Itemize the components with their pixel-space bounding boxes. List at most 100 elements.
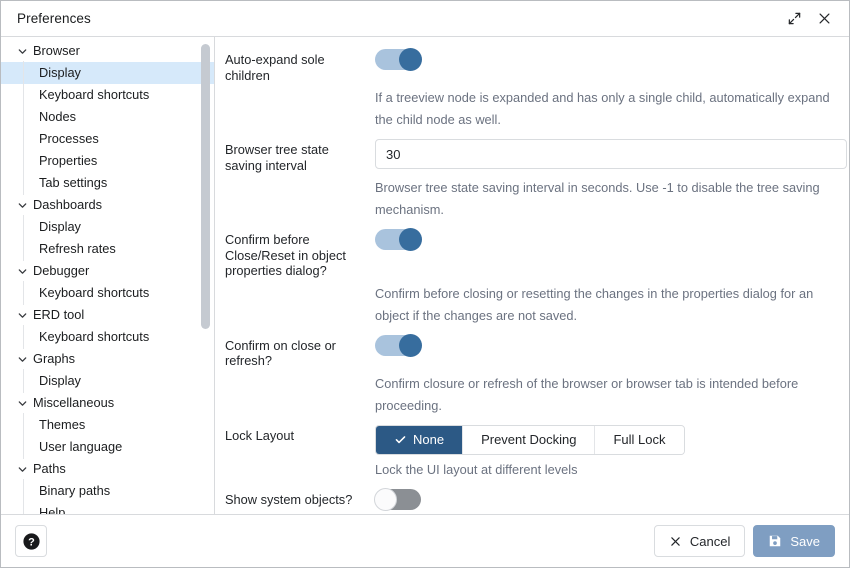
toggle-switch[interactable] — [375, 335, 421, 356]
setting-label: Auto-expand sole children — [225, 49, 375, 83]
lock-layout-option-label: None — [413, 432, 444, 447]
setting-help-text: Confirm before closing or resetting the … — [375, 283, 841, 327]
setting-label: Confirm before Close/Reset in object pro… — [225, 229, 375, 279]
sidebar-item-processes[interactable]: Processes — [1, 128, 214, 150]
sidebar-item-label: Paths — [33, 463, 66, 476]
setting-browser-tree-state-saving-interval: Browser tree state saving interval Browse… — [225, 139, 841, 221]
sidebar-item-label: Keyboard shortcuts — [39, 89, 149, 102]
sidebar-item-label: Dashboards — [33, 199, 102, 212]
setting-confirm-on-close-or-refresh: Confirm on close or refresh? Confirm clos… — [225, 335, 841, 417]
chevron-down-icon — [15, 352, 29, 366]
sidebar-item-keyboard-shortcuts[interactable]: Keyboard shortcuts — [1, 282, 214, 304]
setting-help-text: Browser tree state saving interval in se… — [375, 177, 841, 221]
lock-layout-option-none[interactable]: None — [376, 426, 463, 454]
sidebar-item-label: Tab settings — [39, 177, 107, 190]
toggle-knob — [399, 228, 422, 251]
setting-lock-layout: Lock LayoutNonePrevent DockingFull LockL… — [225, 425, 841, 481]
sidebar-item-binary-paths[interactable]: Binary paths — [1, 480, 214, 502]
dialog-title: Preferences — [17, 11, 779, 26]
setting-row: Confirm on close or refresh? — [225, 335, 841, 369]
sidebar-item-label: Themes — [39, 419, 85, 432]
toggle-knob — [399, 334, 422, 357]
preferences-content: Auto-expand sole childrenIf a treeview n… — [215, 37, 849, 514]
toggle-switch[interactable] — [375, 229, 421, 250]
setting-label: Lock Layout — [225, 425, 375, 455]
dialog-footer: ? Cancel Save — [1, 515, 849, 567]
setting-help-text: Confirm closure or refresh of the browse… — [375, 373, 841, 417]
sidebar-item-debugger[interactable]: Debugger — [1, 260, 214, 282]
chevron-down-icon — [15, 198, 29, 212]
sidebar-item-label: Display — [39, 67, 81, 80]
preferences-tree: Browser Display Keyboard shortcuts Nodes Pro… — [1, 37, 214, 514]
sidebar-item-themes[interactable]: Themes — [1, 414, 214, 436]
dialog-body: Browser Display Keyboard shortcuts Nodes Pro… — [1, 37, 849, 515]
sidebar-item-label: Display — [39, 221, 81, 234]
setting-label: Show system objects? — [225, 489, 375, 510]
setting-show-system-objects: Show system objects? — [225, 489, 841, 515]
sidebar-item-refresh-rates[interactable]: Refresh rates — [1, 238, 214, 260]
setting-confirm-before-close-reset: Confirm before Close/Reset in object pro… — [225, 229, 841, 327]
question-mark-icon: ? — [22, 532, 41, 551]
setting-help-text: If a treeview node is expanded and has o… — [375, 87, 841, 131]
sidebar-item-label: Browser — [33, 45, 80, 58]
sidebar-item-label: Keyboard shortcuts — [39, 331, 149, 344]
preferences-dialog: Preferences Browser Display Keyboard short… — [0, 0, 850, 568]
expand-diagonal-icon[interactable] — [779, 5, 809, 33]
floppy-disk-icon — [768, 534, 782, 548]
sidebar-item-tab-settings[interactable]: Tab settings — [1, 172, 214, 194]
save-button-label: Save — [790, 534, 820, 549]
setting-control — [375, 335, 841, 369]
toggle-switch[interactable] — [375, 489, 421, 510]
dialog-titlebar: Preferences — [1, 1, 849, 37]
cancel-button[interactable]: Cancel — [654, 525, 745, 557]
close-x-icon — [669, 535, 682, 548]
lock-layout-option-prevent-docking[interactable]: Prevent Docking — [463, 426, 595, 454]
sidebar-item-properties[interactable]: Properties — [1, 150, 214, 172]
sidebar-item-help[interactable]: Help — [1, 502, 214, 514]
sidebar-item-label: User language — [39, 441, 122, 454]
sidebar-item-label: Nodes — [39, 111, 76, 124]
lock-layout-option-label: Full Lock — [613, 432, 665, 447]
sidebar-item-display[interactable]: Display — [1, 370, 214, 392]
sidebar-item-nodes[interactable]: Nodes — [1, 106, 214, 128]
save-button[interactable]: Save — [753, 525, 835, 557]
sidebar-item-label: Display — [39, 375, 81, 388]
toggle-knob — [399, 48, 422, 71]
toggle-switch[interactable] — [375, 49, 421, 70]
sidebar-item-label: Refresh rates — [39, 243, 116, 256]
sidebar-item-keyboard-shortcuts[interactable]: Keyboard shortcuts — [1, 326, 214, 348]
setting-control — [375, 229, 841, 279]
sidebar-item-label: Debugger — [33, 265, 89, 278]
sidebar-item-display[interactable]: Display — [1, 62, 214, 84]
sidebar-item-label: Help — [39, 507, 65, 514]
sidebar-item-paths[interactable]: Paths — [1, 458, 214, 480]
chevron-down-icon — [15, 44, 29, 58]
sidebar-item-miscellaneous[interactable]: Miscellaneous — [1, 392, 214, 414]
sidebar-item-erd-tool[interactable]: ERD tool — [1, 304, 214, 326]
sidebar-item-browser[interactable]: Browser — [1, 40, 214, 62]
lock-layout-option-label: Prevent Docking — [481, 432, 576, 447]
setting-control — [375, 49, 841, 83]
help-button[interactable]: ? — [15, 525, 47, 557]
sidebar-item-display[interactable]: Display — [1, 216, 214, 238]
close-icon[interactable] — [809, 5, 839, 33]
toggle-knob — [374, 488, 397, 511]
lock-layout-option-full-lock[interactable]: Full Lock — [595, 426, 683, 454]
sidebar-item-label: Keyboard shortcuts — [39, 287, 149, 300]
sidebar-item-keyboard-shortcuts[interactable]: Keyboard shortcuts — [1, 84, 214, 106]
setting-row: Show system objects? — [225, 489, 841, 510]
sidebar-item-dashboards[interactable]: Dashboards — [1, 194, 214, 216]
sidebar-item-label: ERD tool — [33, 309, 84, 322]
sidebar-item-graphs[interactable]: Graphs — [1, 348, 214, 370]
browser-tree-state-saving-interval-input[interactable] — [375, 139, 847, 169]
setting-control: None Prevent Docking Full Lock — [375, 425, 841, 455]
setting-control — [375, 489, 841, 510]
setting-row: Browser tree state saving interval — [225, 139, 841, 173]
sidebar-item-label: Binary paths — [39, 485, 110, 498]
chevron-down-icon — [15, 462, 29, 476]
sidebar-scrollbar-track[interactable] — [201, 39, 210, 512]
setting-spacer — [225, 512, 841, 515]
sidebar-item-user-language[interactable]: User language — [1, 436, 214, 458]
sidebar-scrollbar-thumb[interactable] — [201, 44, 210, 329]
preferences-sidebar: Browser Display Keyboard shortcuts Nodes Pro… — [1, 37, 215, 514]
